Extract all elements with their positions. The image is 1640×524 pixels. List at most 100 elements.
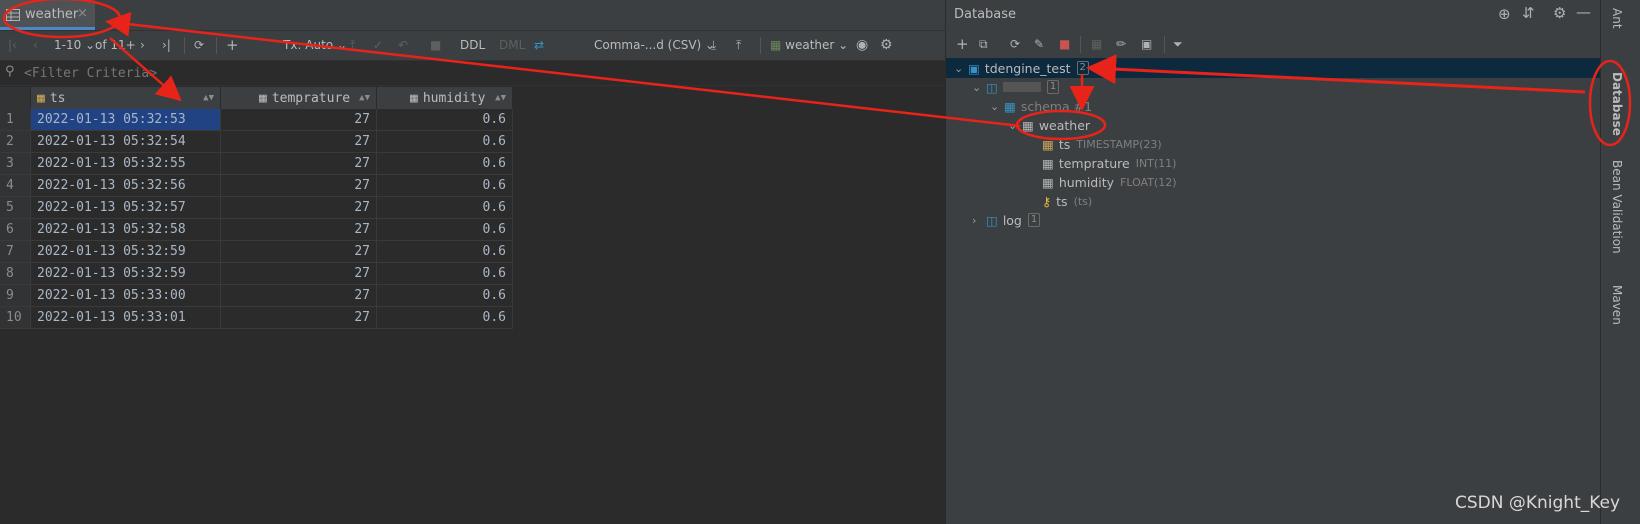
- table-row[interactable]: 9 2022-01-13 05:33:00 27 0.6: [0, 284, 513, 307]
- rollback-icon[interactable]: ↶: [398, 35, 408, 55]
- cell-humidity[interactable]: 0.6: [376, 284, 513, 307]
- table-row[interactable]: 2 2022-01-13 05:32:54 27 0.6: [0, 130, 513, 153]
- download-icon[interactable]: ⤓: [711, 35, 716, 55]
- tree-node-column[interactable]: ▦ humidity FLOAT(12): [1042, 172, 1177, 192]
- chevron-down-icon[interactable]: ⌄: [990, 100, 1004, 113]
- compare-icon[interactable]: ⇄: [534, 35, 544, 55]
- cell-temprature[interactable]: 27: [220, 306, 377, 329]
- upload-icon[interactable]: ⤒: [736, 35, 741, 55]
- cell-temprature[interactable]: 27: [220, 174, 377, 197]
- first-page-icon[interactable]: |‹: [8, 35, 17, 55]
- prev-page-icon[interactable]: ‹: [33, 35, 38, 55]
- chevron-down-icon[interactable]: ⌄: [954, 62, 968, 75]
- cell-ts[interactable]: 2022-01-13 05:32:59: [30, 240, 221, 263]
- close-icon[interactable]: ×: [77, 6, 88, 21]
- gear-icon[interactable]: ⚙: [1553, 4, 1566, 22]
- cell-ts[interactable]: 2022-01-13 05:32:59: [30, 262, 221, 285]
- collapse-icon[interactable]: ⇵: [1522, 4, 1535, 22]
- tree-node-column[interactable]: ▦ temprature INT(11): [1042, 153, 1176, 173]
- tree-node-log[interactable]: › ◫ log 1: [972, 210, 1041, 230]
- sort-icon[interactable]: ▲▼: [495, 93, 506, 103]
- cell-temprature[interactable]: 27: [220, 196, 377, 219]
- cell-ts[interactable]: 2022-01-13 05:32:54: [30, 130, 221, 153]
- cell-humidity[interactable]: 0.6: [376, 306, 513, 329]
- ddl-button[interactable]: DDL: [460, 35, 485, 55]
- edit-schema-icon[interactable]: ✎: [1034, 34, 1044, 54]
- cell-humidity[interactable]: 0.6: [376, 130, 513, 153]
- check-icon[interactable]: ✓: [373, 35, 383, 55]
- refresh-icon[interactable]: ⟳: [1010, 34, 1020, 54]
- filter-icon[interactable]: ⏷: [1173, 34, 1183, 54]
- tx-mode-dropdown[interactable]: Tx: Auto ⌄: [283, 35, 347, 55]
- refresh-icon[interactable]: ⟳: [194, 35, 204, 55]
- add-icon[interactable]: +: [956, 34, 969, 54]
- tree-node-datasource[interactable]: ⌄ ▣ tdengine_test 2: [954, 58, 1089, 78]
- sort-icon[interactable]: ▲▼: [203, 93, 214, 103]
- globe-icon[interactable]: ⊕: [1498, 5, 1511, 23]
- gear-icon[interactable]: ⚙: [880, 35, 893, 55]
- cell-temprature[interactable]: 27: [220, 109, 377, 131]
- cell-temprature[interactable]: 27: [220, 284, 377, 307]
- tree-node-column[interactable]: ▦ ts TIMESTAMP(23): [1042, 134, 1162, 154]
- cell-temprature[interactable]: 27: [220, 240, 377, 263]
- add-row-icon[interactable]: +: [226, 35, 239, 55]
- cell-ts[interactable]: 2022-01-13 05:33:00: [30, 284, 221, 307]
- stop-icon[interactable]: ■: [430, 35, 441, 55]
- chevron-down-icon[interactable]: ⌄: [1008, 119, 1022, 132]
- table-row[interactable]: 7 2022-01-13 05:32:59 27 0.6: [0, 240, 513, 263]
- table-row[interactable]: 4 2022-01-13 05:32:56 27 0.6: [0, 174, 513, 197]
- next-page-icon[interactable]: ›: [140, 35, 145, 55]
- cell-humidity[interactable]: 0.6: [376, 262, 513, 285]
- cell-humidity[interactable]: 0.6: [376, 152, 513, 175]
- page-range-dropdown[interactable]: 1-10 ⌄: [54, 35, 95, 55]
- cell-temprature[interactable]: 27: [220, 152, 377, 175]
- cell-humidity[interactable]: 0.6: [376, 174, 513, 197]
- dml-button[interactable]: DML: [499, 35, 525, 55]
- cell-temprature[interactable]: 27: [220, 218, 377, 241]
- export-format-dropdown[interactable]: Comma-...d (CSV) ⌄: [594, 35, 715, 55]
- table-row[interactable]: 5 2022-01-13 05:32:57 27 0.6: [0, 196, 513, 219]
- chevron-right-icon[interactable]: ›: [972, 214, 986, 227]
- table-row[interactable]: 6 2022-01-13 05:32:58 27 0.6: [0, 218, 513, 241]
- stop-icon[interactable]: ■: [1059, 34, 1070, 54]
- cell-ts[interactable]: 2022-01-13 05:32:55: [30, 152, 221, 175]
- cell-ts[interactable]: 2022-01-13 05:32:57: [30, 196, 221, 219]
- table-row[interactable]: 10 2022-01-13 05:33:01 27 0.6: [0, 306, 513, 329]
- table-selector-dropdown[interactable]: ▦ weather ⌄: [770, 35, 848, 55]
- column-header-temprature[interactable]: ▦ temprature ▲▼: [220, 87, 377, 109]
- side-tab-maven[interactable]: Maven: [1610, 285, 1624, 325]
- cell-ts[interactable]: 2022-01-13 05:33:01: [30, 306, 221, 329]
- table-row[interactable]: 3 2022-01-13 05:32:55 27 0.6: [0, 152, 513, 175]
- cell-ts[interactable]: 2022-01-13 05:32:56: [30, 174, 221, 197]
- eye-icon[interactable]: ◉: [856, 35, 868, 55]
- tab-weather[interactable]: weather ×: [0, 0, 95, 30]
- cell-ts[interactable]: 2022-01-13 05:32:58: [30, 218, 221, 241]
- column-header-ts[interactable]: ▦ ts ▲▼: [30, 87, 221, 109]
- side-tab-ant[interactable]: Ant: [1610, 8, 1624, 29]
- cell-ts[interactable]: 2022-01-13 05:32:53: [30, 109, 221, 131]
- cell-humidity[interactable]: 0.6: [376, 218, 513, 241]
- table-icon[interactable]: ▦: [1091, 34, 1102, 54]
- cell-temprature[interactable]: 27: [220, 130, 377, 153]
- last-page-icon[interactable]: ›|: [162, 35, 171, 55]
- tree-node-database[interactable]: ⌄ ◫ 1: [972, 77, 1060, 97]
- chevron-down-icon[interactable]: ⌄: [972, 81, 986, 94]
- cell-humidity[interactable]: 0.6: [376, 109, 513, 131]
- db-commit-icon[interactable]: ⤒: [350, 35, 355, 55]
- pencil-icon[interactable]: ✏: [1116, 34, 1126, 54]
- tree-node-table-weather[interactable]: ⌄ ▦ weather: [1008, 115, 1090, 135]
- table-row[interactable]: 1 2022-01-13 05:32:53 27 0.6: [0, 109, 513, 131]
- copy-icon[interactable]: ⧉: [979, 34, 988, 54]
- side-tab-database[interactable]: Database: [1610, 72, 1624, 136]
- minimize-icon[interactable]: —: [1576, 3, 1591, 21]
- row-count-label[interactable]: of 11+: [95, 35, 136, 55]
- side-tab-bean-validation[interactable]: Bean Validation: [1610, 160, 1624, 254]
- tree-node-key[interactable]: ⚷ ts (ts): [1042, 191, 1092, 211]
- column-header-humidity[interactable]: ▦ humidity ▲▼: [376, 87, 513, 109]
- sql-console-icon[interactable]: ▣: [1141, 34, 1152, 54]
- cell-humidity[interactable]: 0.6: [376, 196, 513, 219]
- filter-input[interactable]: [24, 64, 424, 82]
- table-row[interactable]: 8 2022-01-13 05:32:59 27 0.6: [0, 262, 513, 285]
- cell-temprature[interactable]: 27: [220, 262, 377, 285]
- cell-humidity[interactable]: 0.6: [376, 240, 513, 263]
